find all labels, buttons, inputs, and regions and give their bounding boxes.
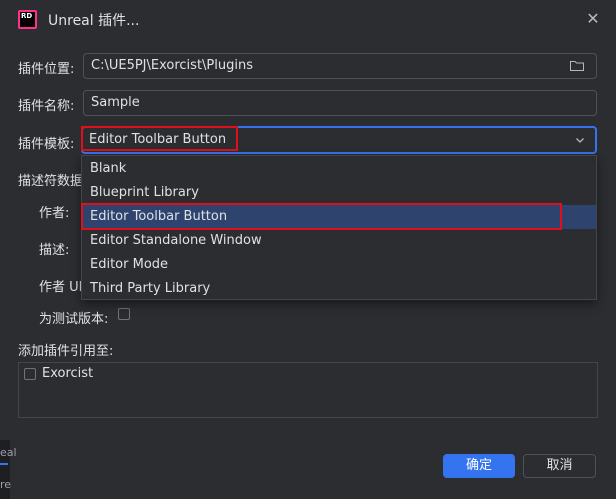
name-field[interactable]: Sample [83,90,597,116]
description-label: 描述: [39,243,70,258]
option-third-party-library[interactable]: Third Party Library [82,277,596,301]
author-label: 作者: [39,206,70,221]
name-value: Sample [91,95,140,110]
beta-label: 为测试版本: [39,312,109,327]
location-value: C:\UE5PJ\Exorcist\Plugins [91,58,253,73]
chevron-down-icon [576,138,584,143]
rider-logo-icon: RD [18,10,37,29]
exorcist-checkbox[interactable] [24,368,36,380]
references-label: 添加插件引用至: [18,344,114,359]
descriptor-label: 描述符数据 [18,174,84,189]
option-editor-mode[interactable]: Editor Mode [82,253,596,277]
background-text-2: re [0,478,12,491]
option-editor-toolbar-button[interactable]: Editor Toolbar Button [82,205,596,229]
background-text-1: eal [0,446,17,459]
close-icon[interactable]: ✕ [585,11,601,27]
template-label: 插件模板: [18,137,75,152]
title-bar: RD Unreal 插件... ✕ [0,0,616,38]
logo-text: RD [20,12,35,27]
ok-button[interactable]: 确定 [443,454,515,478]
background-accent-line [0,463,8,465]
name-label: 插件名称: [18,99,75,114]
option-blueprint-library[interactable]: Blueprint Library [82,181,596,205]
option-blank[interactable]: Blank [82,157,596,181]
author-url-label: 作者 UI [39,280,83,295]
template-value: Editor Toolbar Button [89,132,227,147]
folder-icon[interactable] [570,60,584,71]
exorcist-label[interactable]: Exorcist [42,366,93,381]
references-list: Exorcist [18,362,598,418]
template-dropdown: Blank Blueprint Library Editor Toolbar B… [81,155,597,300]
beta-checkbox[interactable] [118,308,130,320]
option-editor-standalone-window[interactable]: Editor Standalone Window [82,229,596,253]
template-select[interactable]: Editor Toolbar Button [81,126,597,154]
location-label: 插件位置: [18,62,75,77]
window-title: Unreal 插件... [48,13,140,29]
cancel-button[interactable]: 取消 [523,454,596,478]
location-field[interactable]: C:\UE5PJ\Exorcist\Plugins [83,53,597,79]
